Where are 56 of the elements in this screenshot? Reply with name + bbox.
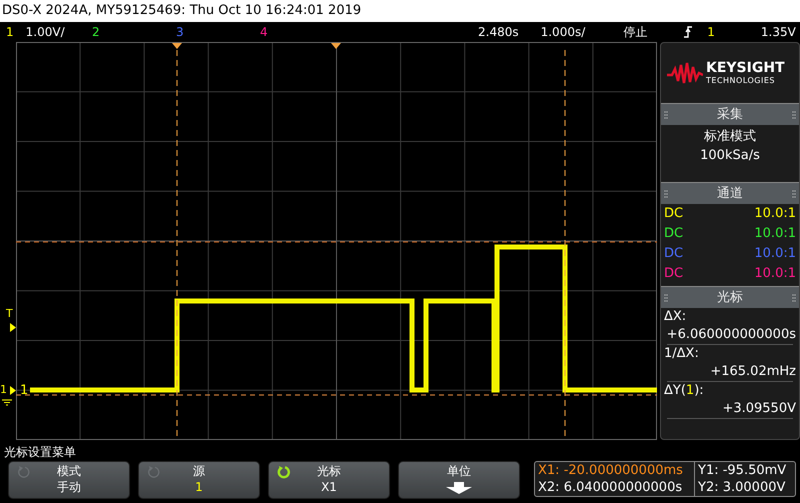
trigger-edge-icon [683,26,694,38]
grip-icon [664,190,668,198]
cursor-value: +6.060000000000s [666,326,796,344]
cursor-label: ΔX: [664,308,688,326]
time-scale: 1.000s/ [540,24,586,41]
logo-brand: KEYSIGHT [706,60,785,76]
coupling-label: DC [664,225,684,243]
trigger-level: 1.35V [760,24,796,41]
logo-wave-icon [667,61,703,85]
softkey-button[interactable]: 光标 X1 [268,461,390,499]
marker-arrow-icon [10,323,16,332]
trigger-source: 1 [707,24,715,41]
channel-label: 3 [176,24,184,41]
logo-subtitle: TECHNOLOGIES [706,76,776,86]
coupling-label: DC [664,265,684,283]
run-state: 停止 [623,24,648,41]
time-position: 2.480s [478,24,519,41]
channel-label: 4 [260,24,268,41]
down-arrow-icon [445,482,473,494]
coupling-label: DC [664,205,684,223]
softkey-button[interactable]: 源 1 [138,461,260,499]
cursor-reading: Y2: 3.00000V [698,479,786,496]
window-title: DS0-X 2024A, MY59125469: Thu Oct 10 16:24:01 2019 [2,3,362,18]
marker-arrow-icon [10,386,16,395]
panel-title: 通道 [717,184,743,203]
softkey-button[interactable]: 模式 手动 [8,461,130,499]
ground-icon [2,399,12,406]
channel-label: 1 [20,384,28,398]
cursor-value: +165.02mHz [709,363,796,381]
probe-ratio: 10.0:1 [754,225,796,243]
cursor-reading: Y1: -95.50mV [698,462,788,479]
menu-title: 光标设置菜单 [3,444,77,461]
probe-ratio: 10.0:1 [754,245,796,263]
softkey-button[interactable]: 单位 [398,461,520,499]
grip-icon [792,190,796,198]
channel-marker: 1 [0,384,7,396]
acquisition-mode: 标准模式 [704,128,756,146]
grip-icon [664,294,668,302]
sample-rate: 100kSa/s [700,147,760,165]
grip-icon [792,294,796,302]
cursor-label: ΔY(1): [664,382,705,400]
cursor-label: 1/ΔX: [664,345,700,363]
cursor-reading: X1: -20.000000000ms [538,462,684,479]
grip-icon [792,110,796,118]
channel-scale: 1.00V/ [26,24,65,41]
cursor-value: +3.09550V [721,400,796,418]
channel-label: 2 [92,24,100,41]
probe-ratio: 10.0:1 [754,265,796,283]
cursor-reading: X2: 6.040000000000s [538,479,684,496]
channel-label: 1 [6,24,14,41]
trigger-marker: T [6,308,13,319]
coupling-label: DC [664,245,684,263]
panel-title: 采集 [717,106,743,124]
grip-icon [664,110,668,118]
panel-title: 光标 [717,288,743,307]
probe-ratio: 10.0:1 [754,205,796,223]
